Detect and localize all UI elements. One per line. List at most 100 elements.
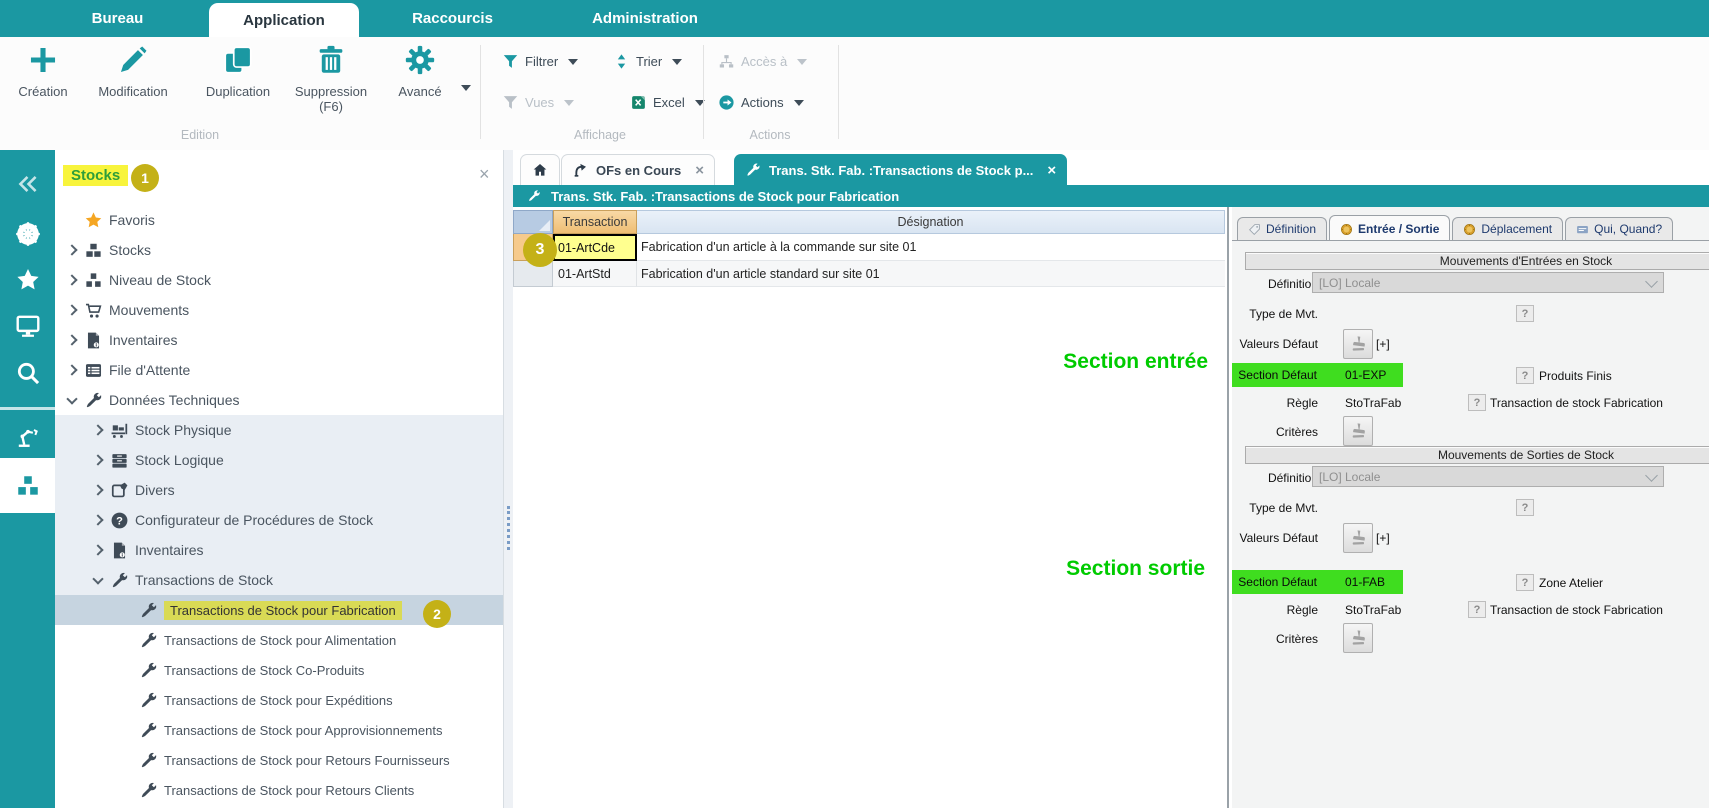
sidebar-item-mouvements[interactable]: Mouvements bbox=[55, 295, 503, 325]
chevron-right-icon[interactable] bbox=[88, 516, 108, 524]
column-header-transaction[interactable]: Transaction bbox=[553, 210, 637, 234]
section-defaut-field-sortie[interactable]: Section Défaut 01-FAB bbox=[1232, 570, 1403, 594]
plus-link-entree[interactable]: [+] bbox=[1376, 337, 1390, 351]
sidebar-item-donnees-techniques[interactable]: Données Techniques bbox=[55, 385, 503, 415]
tab-ofs-en-cours[interactable]: OFs en Cours × bbox=[561, 154, 715, 185]
sidebar-item-inventaires-2[interactable]: Inventaires bbox=[55, 535, 503, 565]
section-defaut-field-entree[interactable]: Section Défaut 01-EXP bbox=[1232, 363, 1403, 387]
definition-select-sortie[interactable]: [LO] Locale bbox=[1312, 466, 1664, 487]
chevron-right-icon[interactable] bbox=[88, 486, 108, 494]
section-header-entrees: Mouvements d'Entrées en Stock bbox=[1245, 252, 1709, 270]
sidebar-item-niveau-de-stock[interactable]: Niveau de Stock bbox=[55, 265, 503, 295]
stamp-icon bbox=[1347, 627, 1368, 648]
trier-button[interactable]: Trier bbox=[613, 53, 682, 70]
sidebar-item-tds-retours-fournisseurs[interactable]: Transactions de Stock pour Retours Fourn… bbox=[55, 745, 503, 775]
avance-button[interactable]: Avancé bbox=[380, 43, 460, 99]
sidebar-item-divers[interactable]: Divers bbox=[55, 475, 503, 505]
sidebar-item-tds-alimentation[interactable]: Transactions de Stock pour Alimentation bbox=[55, 625, 503, 655]
menu-tab-bureau[interactable]: Bureau bbox=[60, 0, 175, 37]
chevron-right-icon[interactable] bbox=[88, 426, 108, 434]
sidebar-item-file-dattente[interactable]: File d'Attente bbox=[55, 355, 503, 385]
chevron-down-icon[interactable] bbox=[62, 398, 82, 403]
valeurs-defaut-stamp-button-entree[interactable] bbox=[1343, 329, 1373, 359]
rail-stocks-button[interactable] bbox=[0, 458, 55, 513]
close-tab-icon[interactable]: × bbox=[695, 162, 704, 179]
help-button[interactable]: ? bbox=[1516, 499, 1534, 516]
help-button[interactable]: ? bbox=[1468, 601, 1486, 618]
help-button[interactable]: ? bbox=[1468, 394, 1486, 411]
criteres-stamp-button-sortie[interactable] bbox=[1343, 623, 1373, 653]
annotation-badge-1: 1 bbox=[131, 164, 159, 192]
rail-monitor-button[interactable] bbox=[0, 304, 55, 348]
vues-button[interactable]: Vues bbox=[502, 94, 574, 111]
sidebar-item-inventaires[interactable]: Inventaires bbox=[55, 325, 503, 355]
dropdown-caret-icon[interactable] bbox=[568, 59, 578, 65]
valeurs-defaut-stamp-button-sortie[interactable] bbox=[1343, 523, 1373, 553]
select-all-corner-cell[interactable] bbox=[513, 210, 553, 234]
sidebar-item-tds-co-produits[interactable]: Transactions de Stock Co-Produits bbox=[55, 655, 503, 685]
filter-icon bbox=[502, 94, 519, 111]
menu-tab-raccourcis[interactable]: Raccourcis bbox=[395, 0, 510, 37]
help-button[interactable]: ? bbox=[1516, 574, 1534, 591]
creation-button[interactable]: Création bbox=[0, 43, 86, 99]
close-panel-button[interactable]: × bbox=[479, 165, 490, 183]
dropdown-caret-icon[interactable] bbox=[672, 59, 682, 65]
tab-home[interactable] bbox=[520, 154, 560, 185]
sidebar-item-stock-physique[interactable]: Stock Physique bbox=[55, 415, 503, 445]
chevron-right-icon[interactable] bbox=[62, 276, 82, 284]
rail-wheel-button[interactable] bbox=[0, 212, 55, 256]
sidebar-item-tds-expeditions[interactable]: Transactions de Stock pour Expéditions bbox=[55, 685, 503, 715]
rail-production-button[interactable] bbox=[0, 414, 55, 458]
table-cell-transaction[interactable]: 01-ArtStd bbox=[553, 261, 637, 287]
help-button[interactable]: ? bbox=[1516, 305, 1534, 322]
tab-entree-sortie[interactable]: Entrée / Sortie bbox=[1329, 215, 1450, 241]
rail-favorites-button[interactable] bbox=[0, 258, 55, 302]
excel-button[interactable]: Excel bbox=[630, 94, 705, 111]
table-cell-designation[interactable]: Fabrication d'un article à la commande s… bbox=[637, 234, 1225, 261]
menu-tab-administration[interactable]: Administration bbox=[575, 0, 715, 37]
chevron-right-icon[interactable] bbox=[88, 456, 108, 464]
sidebar-item-stock-logique[interactable]: Stock Logique bbox=[55, 445, 503, 475]
acces-a-button[interactable]: Accès à bbox=[718, 53, 807, 70]
annotation-badge-3: 3 bbox=[523, 233, 557, 267]
document-title-bar: Trans. Stk. Fab. :Transactions de Stock … bbox=[513, 185, 1709, 207]
chevron-right-icon[interactable] bbox=[88, 546, 108, 554]
tab-trans-stk-fab[interactable]: Trans. Stk. Fab. :Transactions de Stock … bbox=[734, 154, 1067, 185]
actions-button[interactable]: Actions bbox=[718, 94, 804, 111]
document-title: Trans. Stk. Fab. :Transactions de Stock … bbox=[551, 189, 899, 204]
filtrer-button[interactable]: Filtrer bbox=[502, 53, 578, 70]
close-tab-icon[interactable]: × bbox=[1047, 162, 1056, 179]
table-cell-transaction[interactable]: 01-ArtCde bbox=[553, 234, 637, 261]
criteres-stamp-button-entree[interactable] bbox=[1343, 416, 1373, 446]
question-circle-icon bbox=[110, 511, 129, 530]
suppression-button[interactable]: Suppression (F6) bbox=[288, 43, 374, 114]
chevron-right-icon[interactable] bbox=[62, 336, 82, 344]
sidebar-item-stocks[interactable]: Stocks bbox=[55, 235, 503, 265]
collapse-sidebar-button[interactable] bbox=[0, 162, 55, 206]
help-button[interactable]: ? bbox=[1516, 367, 1534, 384]
tab-definition[interactable]: Définition bbox=[1237, 217, 1327, 241]
sidebar-item-tds-approvisionnements[interactable]: Transactions de Stock pour Approvisionne… bbox=[55, 715, 503, 745]
column-header-designation[interactable]: Désignation bbox=[637, 210, 1225, 234]
chevron-right-icon[interactable] bbox=[62, 366, 82, 374]
sidebar-item-tds-retours-clients[interactable]: Transactions de Stock pour Retours Clien… bbox=[55, 775, 503, 805]
plus-link-sortie[interactable]: [+] bbox=[1376, 531, 1390, 545]
sidebar-item-configurateur[interactable]: Configurateur de Procédures de Stock bbox=[55, 505, 503, 535]
menu-tab-application[interactable]: Application bbox=[209, 3, 359, 37]
chevron-right-icon[interactable] bbox=[62, 246, 82, 254]
definition-select-entree[interactable]: [LO] Locale bbox=[1312, 272, 1664, 293]
rail-search-button[interactable] bbox=[0, 351, 55, 395]
sidebar-item-favoris[interactable]: Favoris bbox=[55, 205, 503, 235]
tab-qui-quand[interactable]: Qui, Quand? bbox=[1565, 217, 1673, 241]
duplication-button[interactable]: Duplication bbox=[195, 43, 281, 99]
chevron-down-icon[interactable] bbox=[88, 578, 108, 583]
dropdown-caret-icon[interactable] bbox=[461, 85, 471, 91]
table-cell-designation[interactable]: Fabrication d'un article standard sur si… bbox=[637, 261, 1225, 287]
copy-icon bbox=[221, 43, 255, 77]
tab-deplacement[interactable]: Déplacement bbox=[1452, 217, 1563, 241]
chevron-right-icon[interactable] bbox=[62, 306, 82, 314]
list-icon bbox=[84, 361, 103, 380]
modification-button[interactable]: Modification bbox=[90, 43, 176, 99]
dropdown-caret-icon[interactable] bbox=[794, 100, 804, 106]
sidebar-item-transactions-de-stock[interactable]: Transactions de Stock bbox=[55, 565, 503, 595]
